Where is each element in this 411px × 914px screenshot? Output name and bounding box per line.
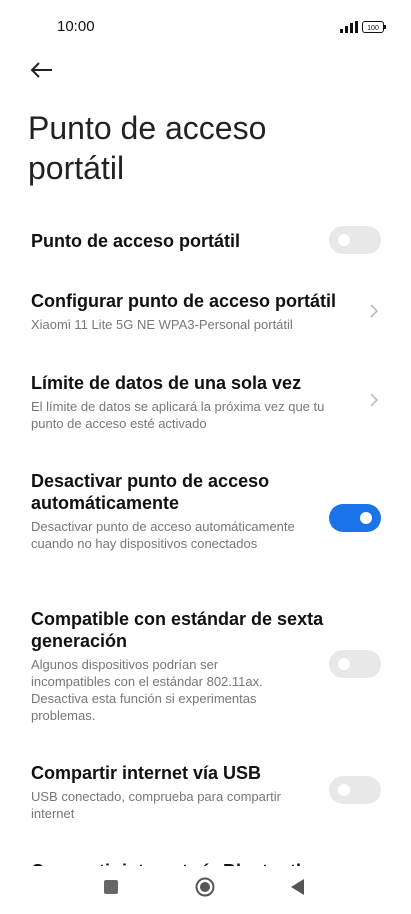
navigation-bar [0,866,411,914]
setting-subtitle: Algunos dispositivos podrían ser incompa… [31,657,263,723]
wifi6-toggle[interactable] [329,650,381,678]
chevron-right-icon [370,393,379,407]
chevron-right-icon [370,304,379,318]
setting-title: Desactivar punto de acceso automáticamen… [31,471,270,513]
usb-tethering-toggle[interactable] [329,776,381,804]
toggle-knob [360,512,372,524]
back-triangle-icon[interactable] [290,879,306,895]
toggle-knob [338,784,350,796]
status-time: 10:00 [57,18,95,35]
signal-icon [340,21,358,33]
setting-row-hotspot[interactable]: Punto de acceso portátil [0,218,411,262]
setting-row-auto-disable[interactable]: Desactivar punto de acceso automáticamen… [0,462,411,572]
toggle-knob [338,658,350,670]
setting-title: Límite de datos de una sola vez [31,373,302,393]
setting-row-usb-tethering[interactable]: Compartir internet vía USB USB conectado… [0,754,411,830]
toggle-knob [338,234,350,246]
battery-icon: 100 [362,21,386,33]
setting-title: Punto de acceso portátil [31,231,241,251]
back-arrow-icon[interactable] [28,56,56,84]
setting-subtitle: El límite de datos se aplicará la próxim… [31,399,325,431]
setting-title: Compartir internet vía USB [31,763,262,783]
setting-row-data-limit[interactable]: Límite de datos de una sola vez El límit… [0,364,411,434]
hotspot-toggle[interactable] [329,226,381,254]
home-circle-icon[interactable] [195,877,215,897]
setting-row-wifi6[interactable]: Compatible con estándar de sexta generac… [0,600,411,726]
auto-disable-toggle[interactable] [329,504,381,532]
setting-title: Compatible con estándar de sexta generac… [31,609,324,651]
setting-subtitle: Desactivar punto de acceso automáticamen… [31,519,295,551]
setting-title: Configurar punto de acceso portátil [31,291,337,311]
setting-subtitle: USB conectado, comprueba para compartir … [31,789,282,821]
battery-level: 100 [367,25,379,32]
setting-subtitle: Xiaomi 11 Lite 5G NE WPA3-Personal portá… [31,317,293,332]
status-bar: 10:00 100 [0,0,411,56]
recents-square-icon[interactable] [104,880,118,894]
setting-row-configure[interactable]: Configurar punto de acceso portátil Xiao… [0,282,411,338]
page-title: Punto de acceso portátil [28,110,267,186]
